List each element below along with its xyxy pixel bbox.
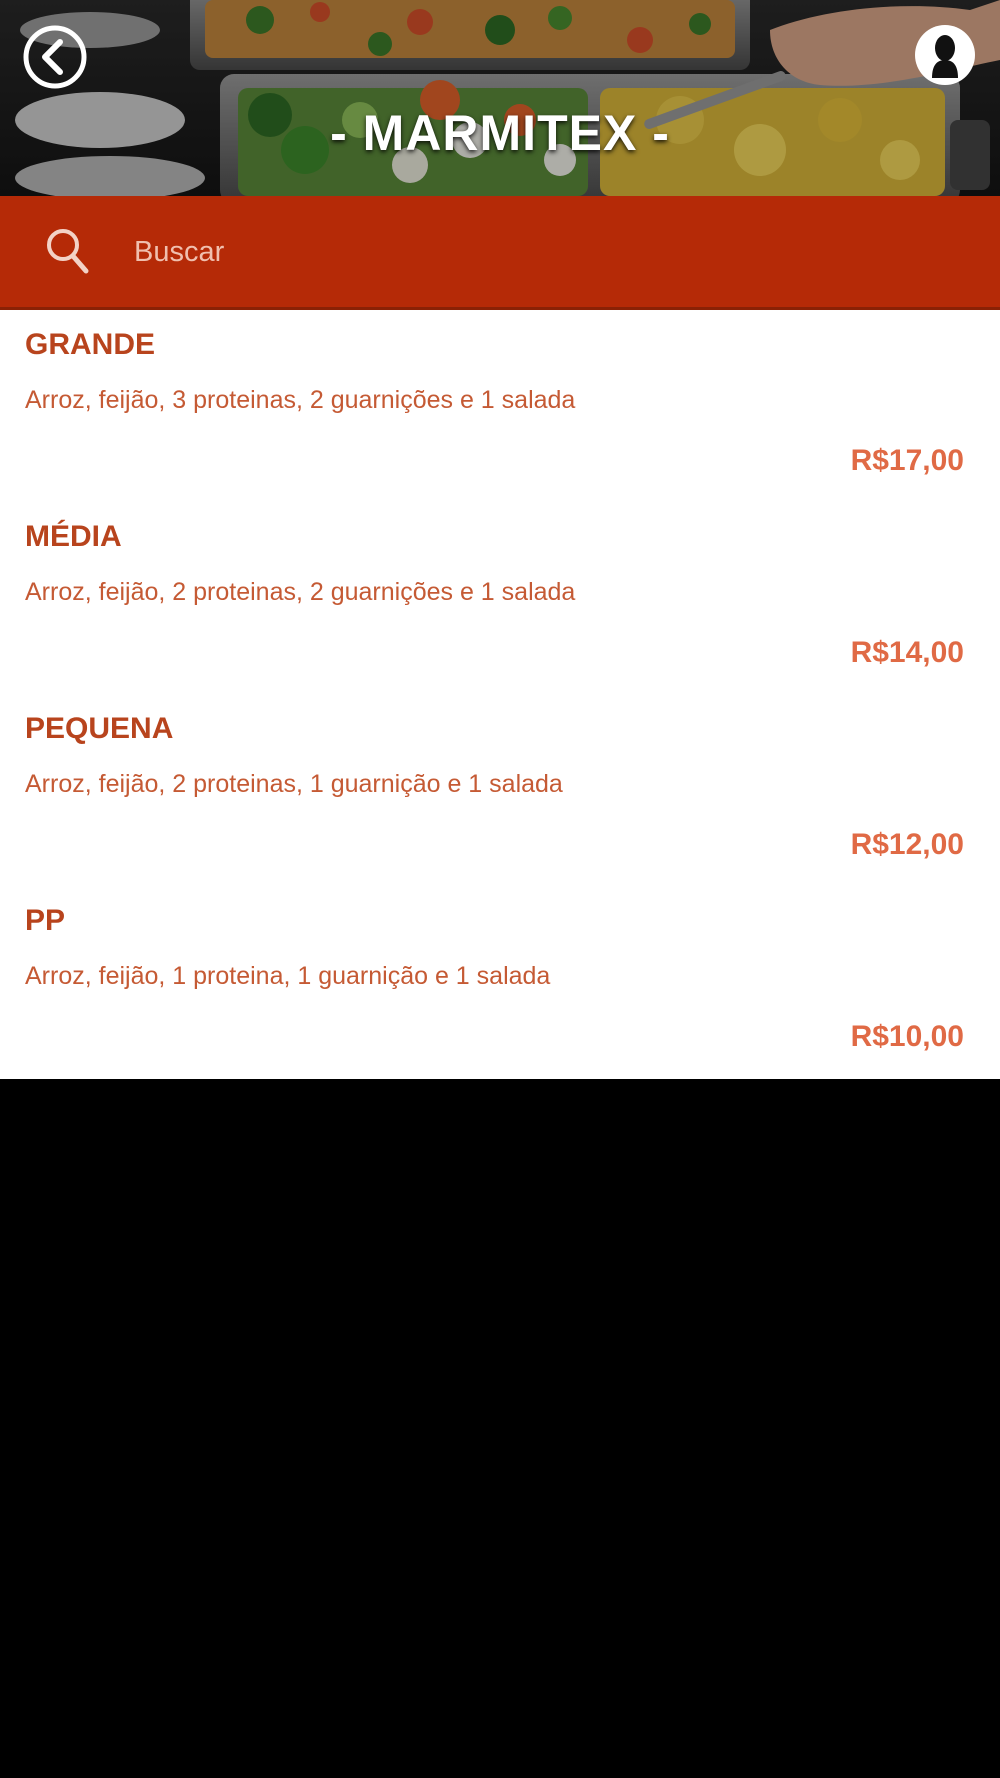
menu-item-pp[interactable]: PP Arroz, feijão, 1 proteina, 1 guarniçã… [0,886,1000,1078]
back-button[interactable] [22,24,88,90]
item-price: R$17,00 [850,444,964,477]
item-name: GRANDE [25,328,156,361]
item-name: PEQUENA [25,712,174,745]
app-screen: - MARMITEX - GRANDE Arroz, feijão, 3 pro… [0,0,1000,1778]
menu-item-media[interactable]: MÉDIA Arroz, feijão, 2 proteinas, 2 guar… [0,502,1000,694]
search-input[interactable] [128,224,960,280]
chevron-left-circle-icon [23,25,87,89]
page-title: - MARMITEX - [330,105,670,161]
menu-list: GRANDE Arroz, feijão, 3 proteinas, 2 gua… [0,310,1000,1079]
menu-item-pequena[interactable]: PEQUENA Arroz, feijão, 2 proteinas, 1 gu… [0,694,1000,886]
search-icon[interactable] [44,226,90,276]
item-name: MÉDIA [25,520,122,553]
item-description: Arroz, feijão, 3 proteinas, 2 guarnições… [25,386,576,414]
item-description: Arroz, feijão, 2 proteinas, 1 guarnição … [25,770,563,798]
header-overlay [0,0,1000,196]
item-description: Arroz, feijão, 1 proteina, 1 guarnição e… [25,962,551,990]
user-silhouette-icon [915,25,975,85]
profile-button[interactable] [912,22,978,88]
item-price: R$12,00 [850,828,964,861]
item-price: R$14,00 [850,636,964,669]
item-price: R$10,00 [850,1020,964,1053]
search-bar [0,196,1000,310]
item-name: PP [25,904,66,937]
menu-item-grande[interactable]: GRANDE Arroz, feijão, 3 proteinas, 2 gua… [0,310,1000,502]
item-description: Arroz, feijão, 2 proteinas, 2 guarnições… [25,578,576,606]
header-banner: - MARMITEX - [0,0,1000,196]
